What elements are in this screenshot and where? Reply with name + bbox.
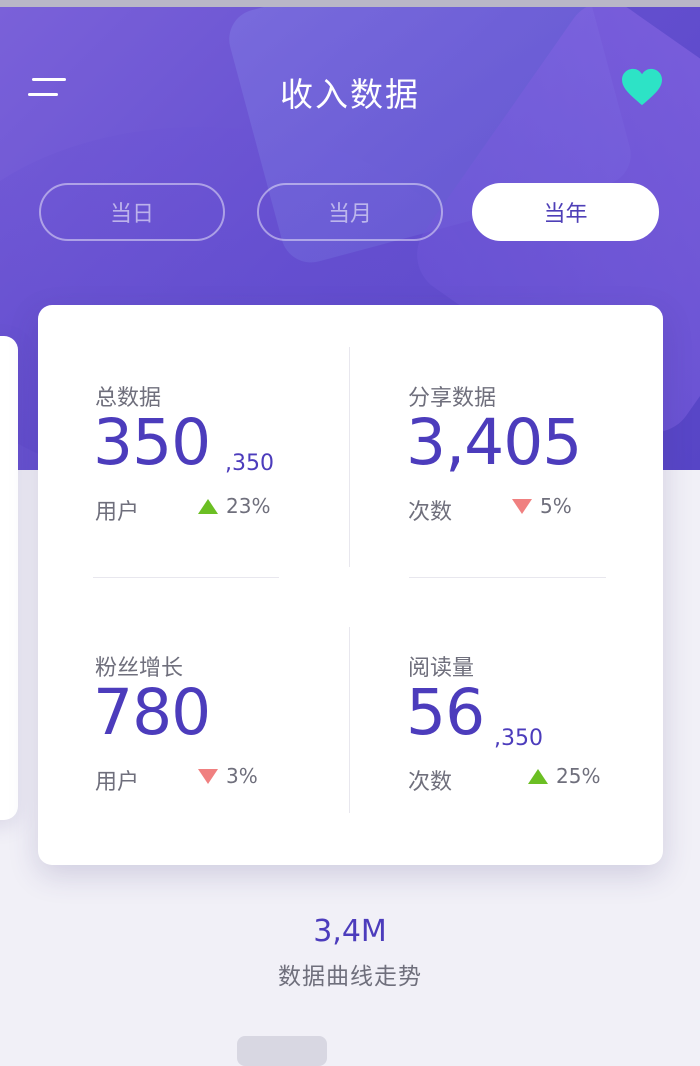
stat-trend: 3% [198,764,258,788]
heart-icon[interactable] [620,67,664,107]
trend-down-icon [512,498,532,514]
tab-year[interactable]: 当年 [472,183,659,241]
summary-label[interactable]: 数据曲线走势 [0,957,700,991]
divider [409,577,606,578]
trend-up-icon [528,768,548,784]
bottom-sheet-handle[interactable] [237,1036,327,1066]
stat-trend-value: 25% [556,764,601,788]
divider [349,347,350,567]
trend-down-icon [198,768,218,784]
stat-trend: 23% [198,494,270,518]
stat-unit: 次数 [408,500,453,525]
stat-value: 350 [93,406,211,479]
stat-value: 3,405 [406,406,582,479]
trend-up-icon [198,498,218,514]
tab-year-label: 当年 [543,202,588,227]
summary-value: 3,4M [313,914,387,949]
tab-month-label: 当月 [327,202,372,227]
stat-trend-value: 3% [226,764,258,788]
tab-day[interactable]: 当日 [39,183,225,241]
status-bar-strip [0,0,700,7]
previous-card[interactable] [0,336,18,820]
stat-unit: 用户 [95,770,140,795]
page-title: 收入数据 [280,75,420,114]
stat-unit: 次数 [408,770,453,795]
tab-month[interactable]: 当月 [257,183,443,241]
stat-trend: 25% [528,764,600,788]
stat-trend: 5% [512,494,572,518]
stat-unit: 用户 [95,500,140,525]
stat-trend-value: 5% [540,494,572,518]
stat-suffix: ,350 [225,451,274,476]
divider [349,627,350,813]
tab-day-label: 当日 [109,202,154,227]
divider [93,577,279,578]
stat-suffix: ,350 [494,726,543,751]
stat-trend-value: 23% [226,494,271,518]
stat-value: 56 [406,676,485,749]
stat-value: 780 [93,676,211,749]
